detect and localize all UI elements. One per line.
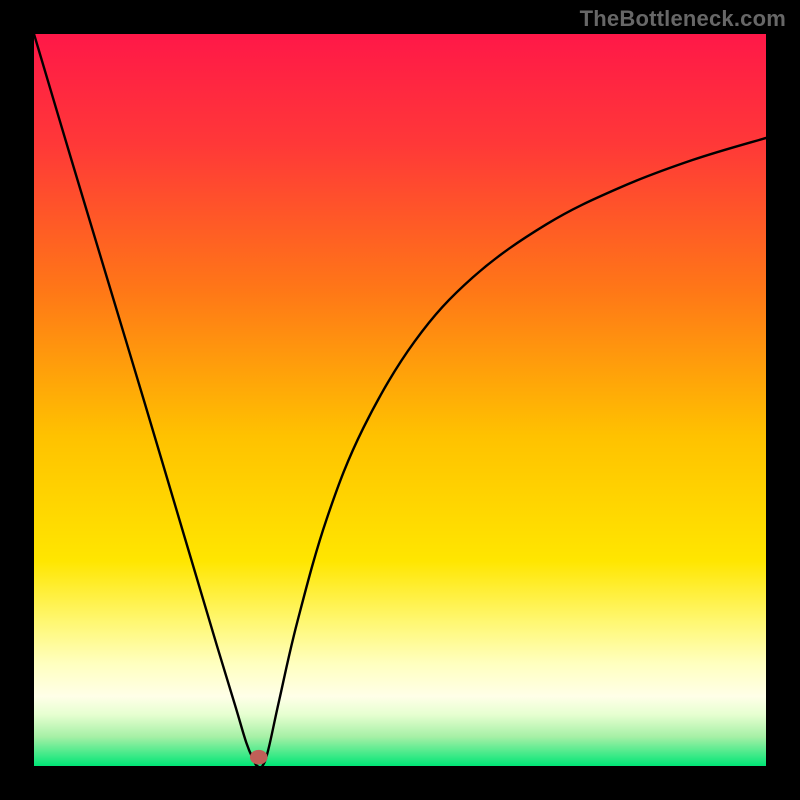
watermark-text: TheBottleneck.com: [580, 6, 786, 32]
plot-area: [34, 34, 766, 766]
chart-svg: [34, 34, 766, 766]
minimum-marker: [250, 750, 268, 765]
chart-frame: TheBottleneck.com: [0, 0, 800, 800]
